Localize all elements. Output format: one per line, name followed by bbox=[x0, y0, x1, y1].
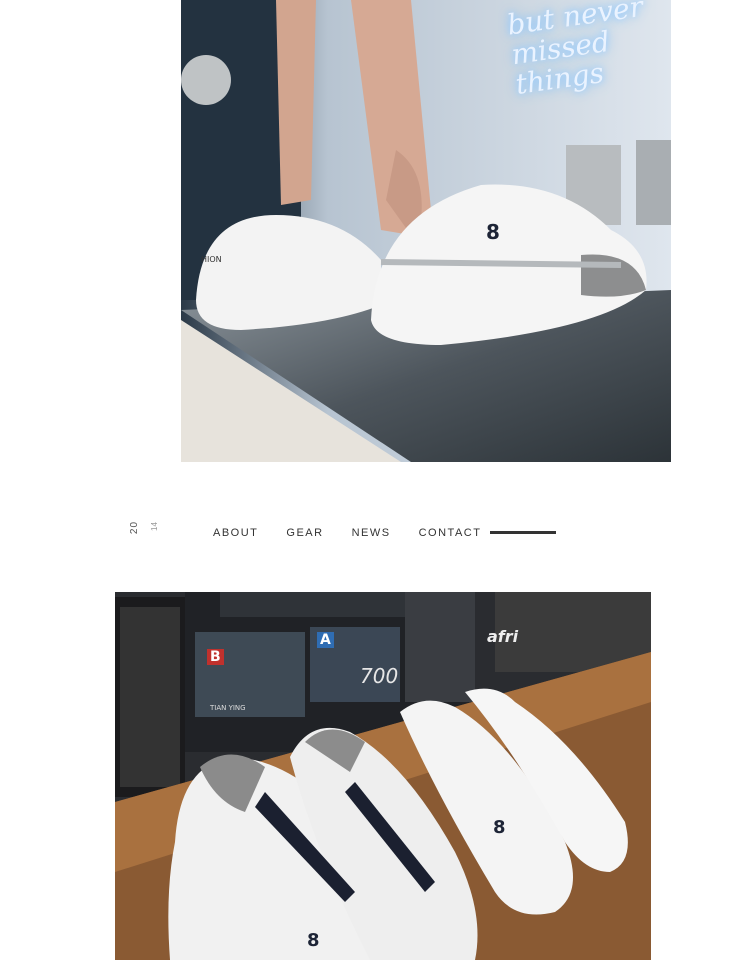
panel-letter-a: A bbox=[317, 632, 334, 648]
top-product-photo: but never missed things 8 HION bbox=[181, 0, 671, 462]
device-brand-text: TIAN YING bbox=[210, 704, 246, 712]
year-part-a: 20 bbox=[129, 520, 141, 535]
shoe-number-badge-left: 8 bbox=[307, 930, 320, 951]
bottom-photo-scene bbox=[115, 592, 651, 960]
nav-gear[interactable]: GEAR bbox=[286, 525, 323, 541]
nav-contact[interactable]: CONTACT bbox=[419, 525, 482, 541]
nav-news[interactable]: NEWS bbox=[352, 525, 391, 541]
shoe-number-badge: 8 bbox=[486, 220, 500, 244]
panel-letter-b: B bbox=[207, 649, 224, 665]
nav-about[interactable]: ABOUT bbox=[213, 525, 258, 541]
display-number: 700 bbox=[360, 664, 399, 688]
year-part-b: 14 bbox=[149, 522, 159, 531]
main-nav: ABOUT GEAR NEWS CONTACT bbox=[213, 525, 509, 541]
year-mark: 20 14 bbox=[128, 518, 168, 548]
shoe-number-badge-right: 8 bbox=[493, 817, 506, 838]
shoe-side-text: HION bbox=[201, 255, 222, 264]
poster-text: afri bbox=[487, 627, 519, 646]
bottom-product-photo: B A 700 TIAN YING afri 8 8 bbox=[115, 592, 651, 960]
nav-divider-line bbox=[490, 531, 556, 534]
